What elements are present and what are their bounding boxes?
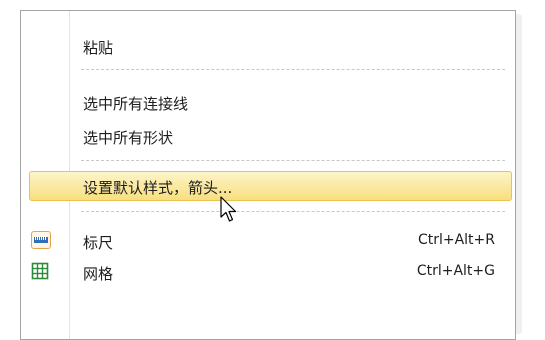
menu-item-label: 标尺 bbox=[83, 234, 114, 252]
menu-item-label: 设置默认样式，箭头... bbox=[83, 179, 233, 197]
menu-item-select-all-shapes[interactable]: 选中所有形状 bbox=[21, 121, 515, 151]
menu-item-shortcut: Ctrl+Alt+G bbox=[416, 263, 495, 279]
menu-separator bbox=[81, 69, 505, 70]
menu-item-paste[interactable]: 粘贴 bbox=[21, 31, 515, 61]
menu-item-ruler[interactable]: 标尺 Ctrl+Alt+R bbox=[21, 226, 515, 256]
menu-separator bbox=[81, 211, 505, 212]
menu-item-label: 选中所有形状 bbox=[83, 129, 174, 147]
ruler-icon bbox=[31, 231, 51, 249]
menu-item-grid[interactable]: 网格 Ctrl+Alt+G bbox=[21, 257, 515, 287]
mouse-cursor-icon bbox=[220, 196, 238, 228]
context-menu: 粘贴 选中所有连接线 选中所有形状 设置默认样式，箭头... 标尺 Ctrl+A… bbox=[20, 10, 516, 340]
grid-icon bbox=[31, 262, 51, 280]
menu-item-set-default-style[interactable]: 设置默认样式，箭头... bbox=[29, 171, 512, 201]
menu-item-select-all-connectors[interactable]: 选中所有连接线 bbox=[21, 87, 515, 117]
menu-item-label: 选中所有连接线 bbox=[83, 95, 189, 113]
menu-separator bbox=[81, 160, 505, 161]
menu-item-label: 网格 bbox=[83, 265, 114, 283]
menu-item-shortcut: Ctrl+Alt+R bbox=[417, 232, 495, 248]
menu-item-label: 粘贴 bbox=[83, 39, 114, 57]
